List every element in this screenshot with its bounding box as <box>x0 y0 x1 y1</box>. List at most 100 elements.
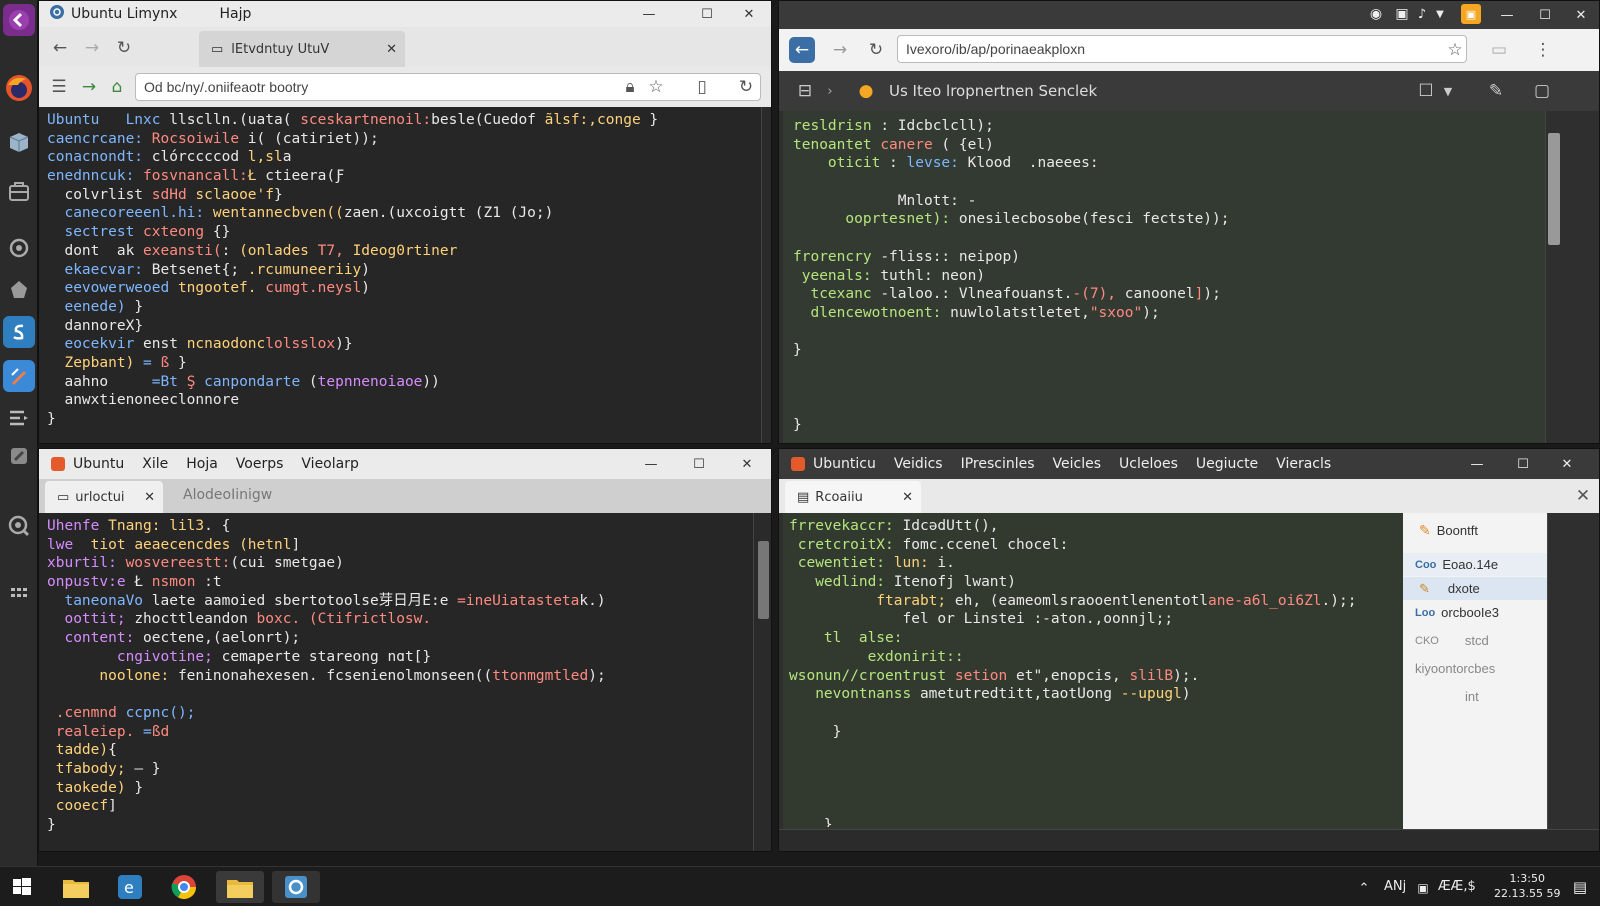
edge-browser-icon[interactable]: e <box>110 871 150 903</box>
clock[interactable]: 1:3:50 22.13.55 59 <box>1494 871 1560 901</box>
tab-inactive[interactable]: AlodeoIinigw <box>183 487 272 503</box>
menu-icon[interactable]: ☰ <box>47 75 71 99</box>
minimize-button[interactable]: — <box>1459 449 1495 479</box>
reader-icon[interactable]: ▭ <box>1487 37 1511 63</box>
maximize-button[interactable]: ☐ <box>1505 449 1541 479</box>
dropdown-icon[interactable]: ▼ <box>1433 3 1447 25</box>
app-s-icon[interactable] <box>3 316 35 348</box>
close-button[interactable]: ✕ <box>729 449 765 479</box>
menu-item-help[interactable]: Hoja <box>186 456 218 472</box>
menu-item-project[interactable]: Vieolarp <box>301 456 358 472</box>
back-arrow-icon[interactable]: ← <box>47 35 73 61</box>
sidebar-item[interactable]: CKO stcd <box>1403 629 1547 652</box>
sidebar-item[interactable]: Loo orcbooIe3 <box>1403 601 1547 624</box>
minimize-button[interactable]: — <box>633 449 669 479</box>
panel-icon[interactable]: ▢ <box>1531 79 1553 103</box>
maximize-button[interactable]: ☐ <box>1527 1 1563 29</box>
scroll-thumb[interactable] <box>758 541 769 619</box>
editor-tab[interactable]: ▭ urloctui ✕ <box>45 481 163 513</box>
pen-icon[interactable]: ✎ <box>1485 79 1507 103</box>
square-icon[interactable]: ☐ <box>1415 79 1437 103</box>
star-icon[interactable]: ☆ <box>1443 37 1467 63</box>
menu-item-ubuntu[interactable]: Ubuntu <box>73 456 124 472</box>
tray-chevron-up-icon[interactable]: ⌃ <box>1354 877 1374 899</box>
forward-arrow-icon[interactable]: → <box>827 37 853 63</box>
url-input[interactable]: Od bc/ny/.oniifeaotr bootry <box>135 73 761 101</box>
app-window-icon[interactable] <box>272 871 320 903</box>
code-editor-1[interactable]: Ubuntu Lnxc llsclln.(uata( sceskartnenoi… <box>39 107 761 443</box>
display-icon[interactable]: ▣ <box>1391 3 1413 25</box>
lock-icon[interactable]: 🔒︎ <box>619 75 641 99</box>
sync-icon[interactable] <box>3 232 35 264</box>
tray-network[interactable]: ANj <box>1384 879 1406 894</box>
chevron-down-icon[interactable]: ▼ <box>1439 79 1457 103</box>
search-icon[interactable] <box>3 510 35 542</box>
menu-item-view[interactable]: Voerps <box>236 456 284 472</box>
tab-close-icon[interactable]: ✕ <box>386 42 397 57</box>
refresh-icon[interactable]: ↻ <box>735 75 757 99</box>
menu-item-5[interactable]: Ucleloes <box>1119 456 1178 472</box>
scroll-thumb[interactable] <box>1548 133 1560 245</box>
home-icon[interactable]: ⌂ <box>105 75 129 99</box>
close-button[interactable]: ✕ <box>731 1 767 27</box>
tab-close-icon[interactable]: ✕ <box>144 490 155 505</box>
back-arrow-icon[interactable]: ← <box>789 37 815 63</box>
maximize-button[interactable]: ☐ <box>681 449 717 479</box>
url-input[interactable]: Ivexoro/ib/ap/porinaeakploxn <box>897 35 1467 63</box>
more-icon[interactable]: ⋮ <box>1531 37 1555 63</box>
tray-language[interactable]: ÆÆ,$ <box>1438 879 1476 894</box>
scrollbar[interactable] <box>1547 513 1599 829</box>
chrome-icon[interactable] <box>164 871 204 903</box>
notifications-icon[interactable]: ▤ <box>1568 876 1592 898</box>
browser-tab[interactable]: ▭ lEtvdntuy UtuV ✕ <box>199 31 405 67</box>
draw-icon[interactable] <box>3 360 35 392</box>
reload-icon[interactable]: ↻ <box>111 35 137 61</box>
editor-tab[interactable]: ▤ Rcoaiiu ✕ <box>785 481 921 513</box>
menu-item-4[interactable]: Veicles <box>1053 456 1102 472</box>
tray-display-icon[interactable]: ▣ <box>1414 877 1432 899</box>
sound-icon[interactable]: ♪ <box>1413 3 1431 25</box>
menu-item-2[interactable]: Veidics <box>894 456 943 472</box>
tab-close-icon[interactable]: ✕ <box>902 490 913 505</box>
forward-arrow-icon[interactable]: → <box>79 35 105 61</box>
menu-item-6[interactable]: Uegiucte <box>1196 456 1258 472</box>
code-editor-4[interactable]: frrevekaccr: IdcǝdUtt(), cretcroitX: fom… <box>783 513 1403 829</box>
sidebar-item[interactable]: ✎ Boontft <box>1403 519 1547 542</box>
folder-active-icon[interactable] <box>216 871 264 903</box>
sidebar-item-selected[interactable]: ✎ dxote <box>1403 577 1547 600</box>
apps-grid-icon[interactable] <box>3 578 35 610</box>
menu-item-7[interactable]: Vieracls <box>1276 456 1331 472</box>
menu-item-1[interactable]: Ubunticu <box>813 456 876 472</box>
start-button[interactable] <box>2 871 42 903</box>
close-button[interactable]: ✕ <box>1549 449 1585 479</box>
star-icon[interactable]: ☆ <box>645 75 667 99</box>
menu-help[interactable]: Hajp <box>219 6 251 22</box>
sidebar-item[interactable]: kiyoontorcbes <box>1403 657 1547 680</box>
menu-item-3[interactable]: IPrescinles <box>961 456 1035 472</box>
box-icon[interactable] <box>3 126 35 158</box>
code-editor-3[interactable]: Uhenfe Tnang: lil3. {lwe tiot aeaecencde… <box>39 513 753 851</box>
minimize-button[interactable]: — <box>1489 1 1525 29</box>
scrollbar[interactable] <box>761 107 771 443</box>
scrollbar[interactable] <box>1545 111 1599 443</box>
reload-icon[interactable]: ↻ <box>863 37 889 63</box>
network-icon[interactable]: ◉ <box>1365 3 1387 25</box>
back-icon[interactable] <box>3 4 35 36</box>
sidebar-item[interactable]: int <box>1403 685 1547 708</box>
files-icon[interactable] <box>3 176 35 208</box>
terminal-icon[interactable] <box>3 402 35 434</box>
go-arrow-icon[interactable]: → <box>77 75 101 99</box>
code-editor-2[interactable]: resldrisn : Idcbclcll); tenoantet canere … <box>783 111 1545 443</box>
maximize-button[interactable]: ☐ <box>689 1 725 27</box>
folder-icon[interactable]: ⊟ <box>793 79 817 103</box>
menu-item-file[interactable]: Xile <box>142 456 168 472</box>
scrollbar[interactable] <box>753 513 771 851</box>
close-button[interactable]: ✕ <box>1563 1 1599 29</box>
close-panel-icon[interactable]: ✕ <box>1573 485 1593 507</box>
minimize-button[interactable]: — <box>631 1 667 27</box>
app-tray-icon[interactable]: ▣ <box>1461 4 1481 24</box>
file-explorer-icon[interactable] <box>56 871 96 903</box>
tools-icon[interactable] <box>3 440 35 472</box>
sidebar-item[interactable]: Coo Eoao.14e <box>1403 553 1547 576</box>
reader-icon[interactable]: ▯ <box>691 75 713 99</box>
